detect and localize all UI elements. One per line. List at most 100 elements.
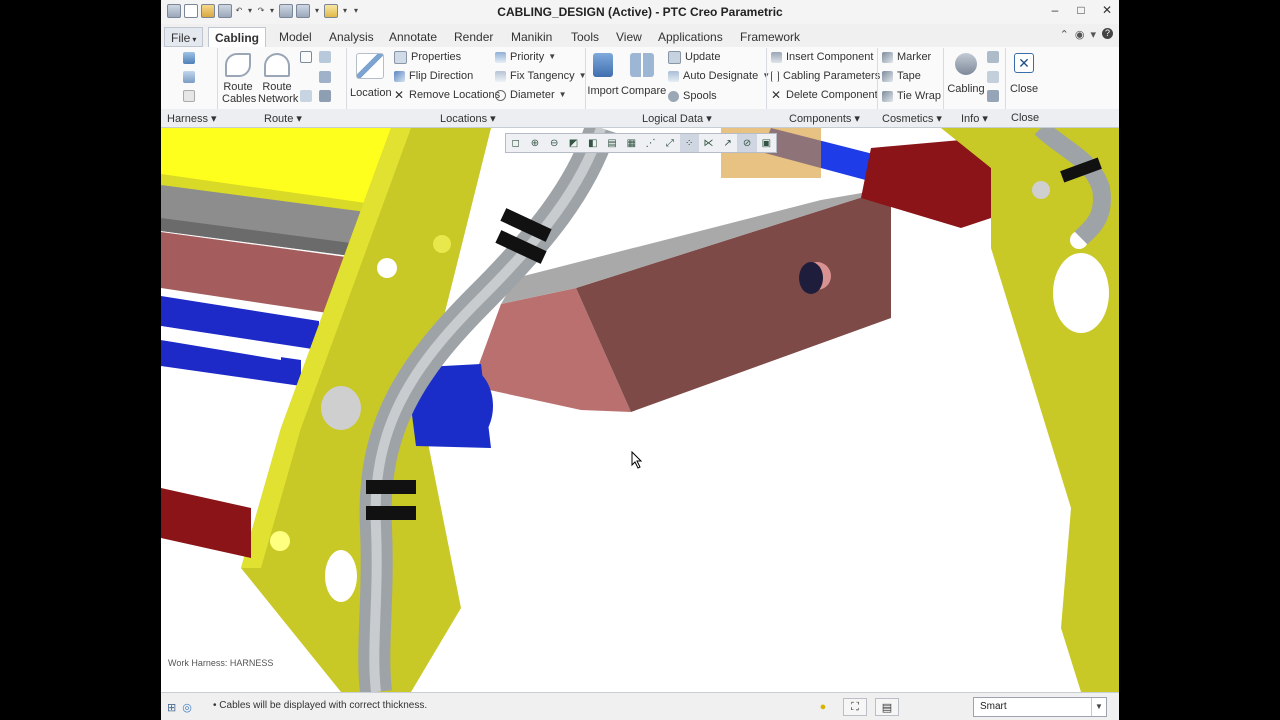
csys-icon[interactable]: ⋉ <box>699 134 718 152</box>
tab-applications[interactable]: Applications <box>652 27 729 47</box>
file-caret-icon: ▾ <box>192 35 197 44</box>
insert-component-button[interactable]: Insert Component <box>771 48 873 66</box>
zoom-in-icon[interactable]: ⊕ <box>525 134 544 152</box>
close-cabling-button[interactable]: ✕ Close <box>1007 53 1041 95</box>
insert-harness-icon[interactable] <box>183 71 195 83</box>
red-connector-left <box>161 488 251 558</box>
flat-route-icon[interactable] <box>319 90 331 102</box>
diameter-label: Diameter <box>510 89 555 101</box>
properties-button[interactable]: Properties <box>394 48 461 66</box>
zoom-out-icon[interactable]: ⊖ <box>545 134 564 152</box>
navigator-toggle-icon[interactable]: ⊞ <box>167 701 176 714</box>
annotation-icon[interactable]: ⊘ <box>737 134 757 152</box>
auto-designate-button[interactable]: Auto Designate▼ <box>668 67 770 85</box>
help-dropdown-icon[interactable]: ▾ <box>1090 28 1096 41</box>
diameter-dropdown-icon[interactable]: ▼ <box>559 86 567 104</box>
route-cables-label-1: Route <box>223 81 253 93</box>
minimize-button[interactable]: – <box>1049 3 1061 17</box>
cabling-parameters-button[interactable]: Cabling Parameters <box>771 67 880 85</box>
delete-component-icon: ✕ <box>771 87 782 102</box>
chevron-down-icon[interactable]: ▼ <box>1091 698 1106 716</box>
spools-button[interactable]: Spools <box>668 87 717 105</box>
cabling-info-button[interactable]: Cabling <box>946 53 986 95</box>
tab-manikin[interactable]: Manikin <box>505 27 558 47</box>
group-route[interactable]: Route ▾ <box>264 112 302 125</box>
close-button[interactable]: ✕ <box>1101 3 1113 17</box>
datum-points-icon[interactable]: ⁘ <box>679 134 699 152</box>
datum-planes-icon[interactable]: ⋰ <box>641 134 660 152</box>
help-icon[interactable]: ? <box>1102 28 1113 39</box>
spools-icon <box>668 90 679 102</box>
community-icon[interactable]: ◉ <box>1075 28 1085 41</box>
group-logical-data[interactable]: Logical Data ▾ <box>642 112 712 125</box>
group-info[interactable]: Info ▾ <box>961 112 988 125</box>
split-icon[interactable] <box>319 51 331 63</box>
compare-button[interactable]: Compare <box>621 53 666 97</box>
status-message: • Cables will be displayed with correct … <box>213 700 428 711</box>
harness-icon[interactable] <box>183 52 195 64</box>
tab-tools[interactable]: Tools <box>565 27 605 47</box>
spin-center-icon[interactable]: ↗ <box>718 134 737 152</box>
delete-component-button[interactable]: ✕ Delete Component <box>771 86 878 104</box>
view-manager-icon[interactable]: ▦ <box>622 134 641 152</box>
bundle-info-icon[interactable] <box>987 71 999 83</box>
tape-button[interactable]: Tape <box>882 67 921 85</box>
saved-views-icon[interactable]: ▤ <box>602 134 621 152</box>
bracket-icon[interactable] <box>300 71 312 83</box>
network-branch-icon[interactable] <box>300 90 312 102</box>
group-harness[interactable]: Harness ▾ <box>167 112 217 125</box>
route-path-icon[interactable] <box>300 51 312 63</box>
tie-wrap-button[interactable]: Tie Wrap <box>882 87 941 105</box>
display-style-icon[interactable]: ◧ <box>583 134 602 152</box>
merge-icon[interactable] <box>319 71 331 83</box>
tape-label: Tape <box>897 70 921 82</box>
route-network-button[interactable]: Route Network <box>258 53 298 105</box>
browser-toggle-icon[interactable]: ◎ <box>182 701 192 714</box>
priority-dropdown-icon[interactable]: ▼ <box>548 48 556 66</box>
update-button[interactable]: Update <box>668 48 720 66</box>
model-graphics[interactable] <box>161 128 1119 692</box>
refit-icon[interactable]: ◻ <box>506 134 525 152</box>
remove-locations-button[interactable]: ✕ Remove Locations <box>394 86 500 104</box>
tab-model[interactable]: Model <box>273 27 318 47</box>
tab-render[interactable]: Render <box>448 27 499 47</box>
selection-list-icon[interactable]: ▤ <box>875 698 899 716</box>
group-close[interactable]: Close <box>1011 112 1039 124</box>
tab-analysis[interactable]: Analysis <box>323 27 380 47</box>
cable-display-icon[interactable]: ▣ <box>757 134 776 152</box>
find-icon[interactable]: ⛶ <box>843 698 867 716</box>
fix-tangency-icon <box>495 70 506 82</box>
group-components[interactable]: Components ▾ <box>789 112 860 125</box>
datum-axes-icon[interactable]: ⤢ <box>660 134 679 152</box>
location-button[interactable]: Location <box>350 53 392 99</box>
route-cables-button[interactable]: Route Cables <box>222 53 256 105</box>
fix-tangency-button[interactable]: Fix Tangency ▼ <box>495 67 587 85</box>
maximize-button[interactable]: □ <box>1075 3 1087 17</box>
graphics-window[interactable]: ◻ ⊕ ⊖ ◩ ◧ ▤ ▦ ⋰ ⤢ ⁘ ⋉ ↗ ⊘ ▣ Work Harness… <box>161 128 1119 692</box>
tab-cabling[interactable]: Cabling <box>208 27 266 48</box>
tab-file[interactable]: File ▾ <box>164 27 204 47</box>
cable-length-icon[interactable] <box>987 90 999 102</box>
group-cosmetics[interactable]: Cosmetics ▾ <box>882 112 942 125</box>
priority-button[interactable]: Priority ▼ <box>495 48 556 66</box>
tab-framework[interactable]: Framework <box>734 27 806 47</box>
tab-view[interactable]: View <box>610 27 648 47</box>
tab-annotate[interactable]: Annotate <box>383 27 443 47</box>
group-locations[interactable]: Locations ▾ <box>440 112 496 125</box>
minimize-ribbon-icon[interactable]: ⌃ <box>1060 28 1069 41</box>
measure-cable-icon[interactable] <box>987 51 999 63</box>
flip-direction-button[interactable]: Flip Direction <box>394 67 473 85</box>
harness-table-icon[interactable] <box>183 90 195 102</box>
select-filter-icon[interactable]: ● <box>811 698 835 716</box>
view-toolbar: ◻ ⊕ ⊖ ◩ ◧ ▤ ▦ ⋰ ⤢ ⁘ ⋉ ↗ ⊘ ▣ <box>505 133 777 153</box>
insert-component-label: Insert Component <box>786 51 874 63</box>
title-bar: ↶ ▾ ↷ ▾ ▾ ▾ ▾ CABLING_DESIGN (Active) - … <box>161 0 1119 24</box>
marker-icon <box>882 51 893 63</box>
diameter-button[interactable]: Diameter ▼ <box>495 86 567 104</box>
import-button[interactable]: Import <box>587 53 619 97</box>
ribbon-tabs: File ▾ Cabling Model Analysis Annotate Re… <box>161 25 1119 48</box>
selection-filter-dropdown[interactable]: Smart ▼ <box>973 697 1107 717</box>
repaint-icon[interactable]: ◩ <box>564 134 583 152</box>
marker-button[interactable]: Marker <box>882 48 931 66</box>
status-icons: ⊞ ◎ <box>167 701 192 714</box>
